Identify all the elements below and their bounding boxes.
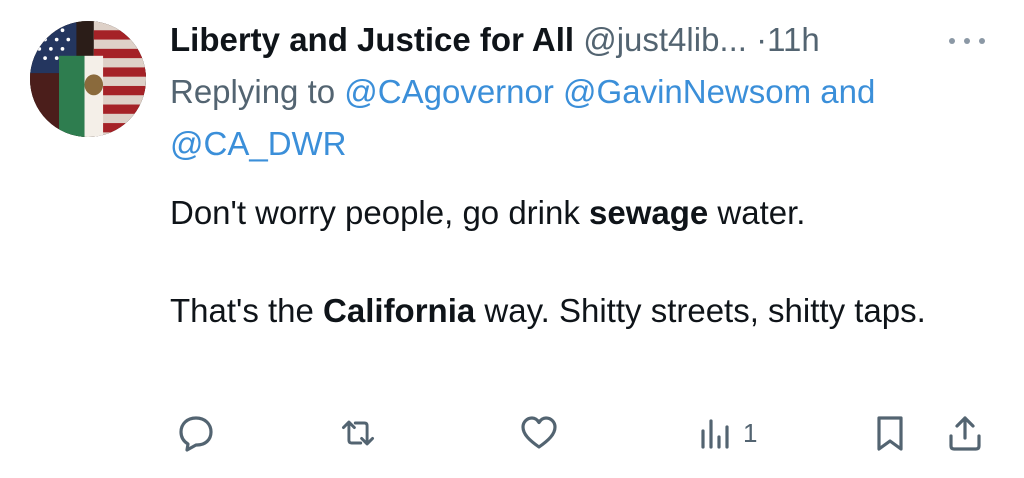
- tweet-header: Liberty and Justice for All @just4lib...…: [170, 14, 1000, 66]
- reply-button[interactable]: [176, 405, 216, 461]
- bookmark-button[interactable]: [870, 405, 910, 461]
- avatar[interactable]: [30, 21, 146, 137]
- body-bold-segment: sewage: [589, 194, 709, 231]
- reply-icon: [179, 416, 213, 452]
- body-paragraph-1: Don't worry people, go drink sewage wate…: [170, 188, 1000, 238]
- body-text-segment: That's the: [170, 292, 324, 329]
- views-count: 1: [743, 417, 758, 448]
- body-text-segment: water.: [708, 194, 806, 231]
- body-text-segment: Don't worry people, go drink: [170, 194, 590, 231]
- timestamp[interactable]: 11h: [767, 21, 820, 58]
- views-icon: [701, 419, 729, 449]
- views-button[interactable]: 1: [695, 405, 757, 461]
- share-button[interactable]: [945, 405, 985, 461]
- mentions-joiner[interactable]: and: [820, 73, 875, 110]
- mention-gavinnewsom[interactable]: @GavinNewsom: [563, 73, 811, 110]
- author-handle[interactable]: @just4lib...: [583, 21, 747, 58]
- more-options-icon[interactable]: [945, 34, 989, 48]
- author-name[interactable]: Liberty and Justice for All: [170, 21, 574, 58]
- mention-cagovernor[interactable]: @CAgovernor: [344, 73, 554, 110]
- share-icon: [949, 416, 981, 451]
- separator-dot: ·: [756, 21, 768, 58]
- replying-prefix: Replying to: [170, 73, 336, 110]
- like-button[interactable]: [519, 405, 559, 461]
- mention-ca-dwr[interactable]: @CA_DWR: [170, 125, 347, 162]
- retweet-button[interactable]: [338, 405, 378, 461]
- body-paragraph-2: That's the California way. Shitty street…: [170, 286, 1000, 336]
- action-bar: 1: [0, 405, 1024, 461]
- bookmark-icon: [877, 416, 903, 451]
- body-text-segment: way. Shitty streets, shitty taps.: [475, 292, 926, 329]
- retweet-icon: [342, 420, 374, 446]
- heart-icon: [521, 416, 557, 449]
- body-bold-segment: California: [323, 292, 476, 329]
- tweet-body: Don't worry people, go drink sewage wate…: [170, 188, 1000, 336]
- replying-to: Replying to @CAgovernor @GavinNewsom and…: [170, 66, 1000, 170]
- avatar-flag-image: [30, 21, 146, 137]
